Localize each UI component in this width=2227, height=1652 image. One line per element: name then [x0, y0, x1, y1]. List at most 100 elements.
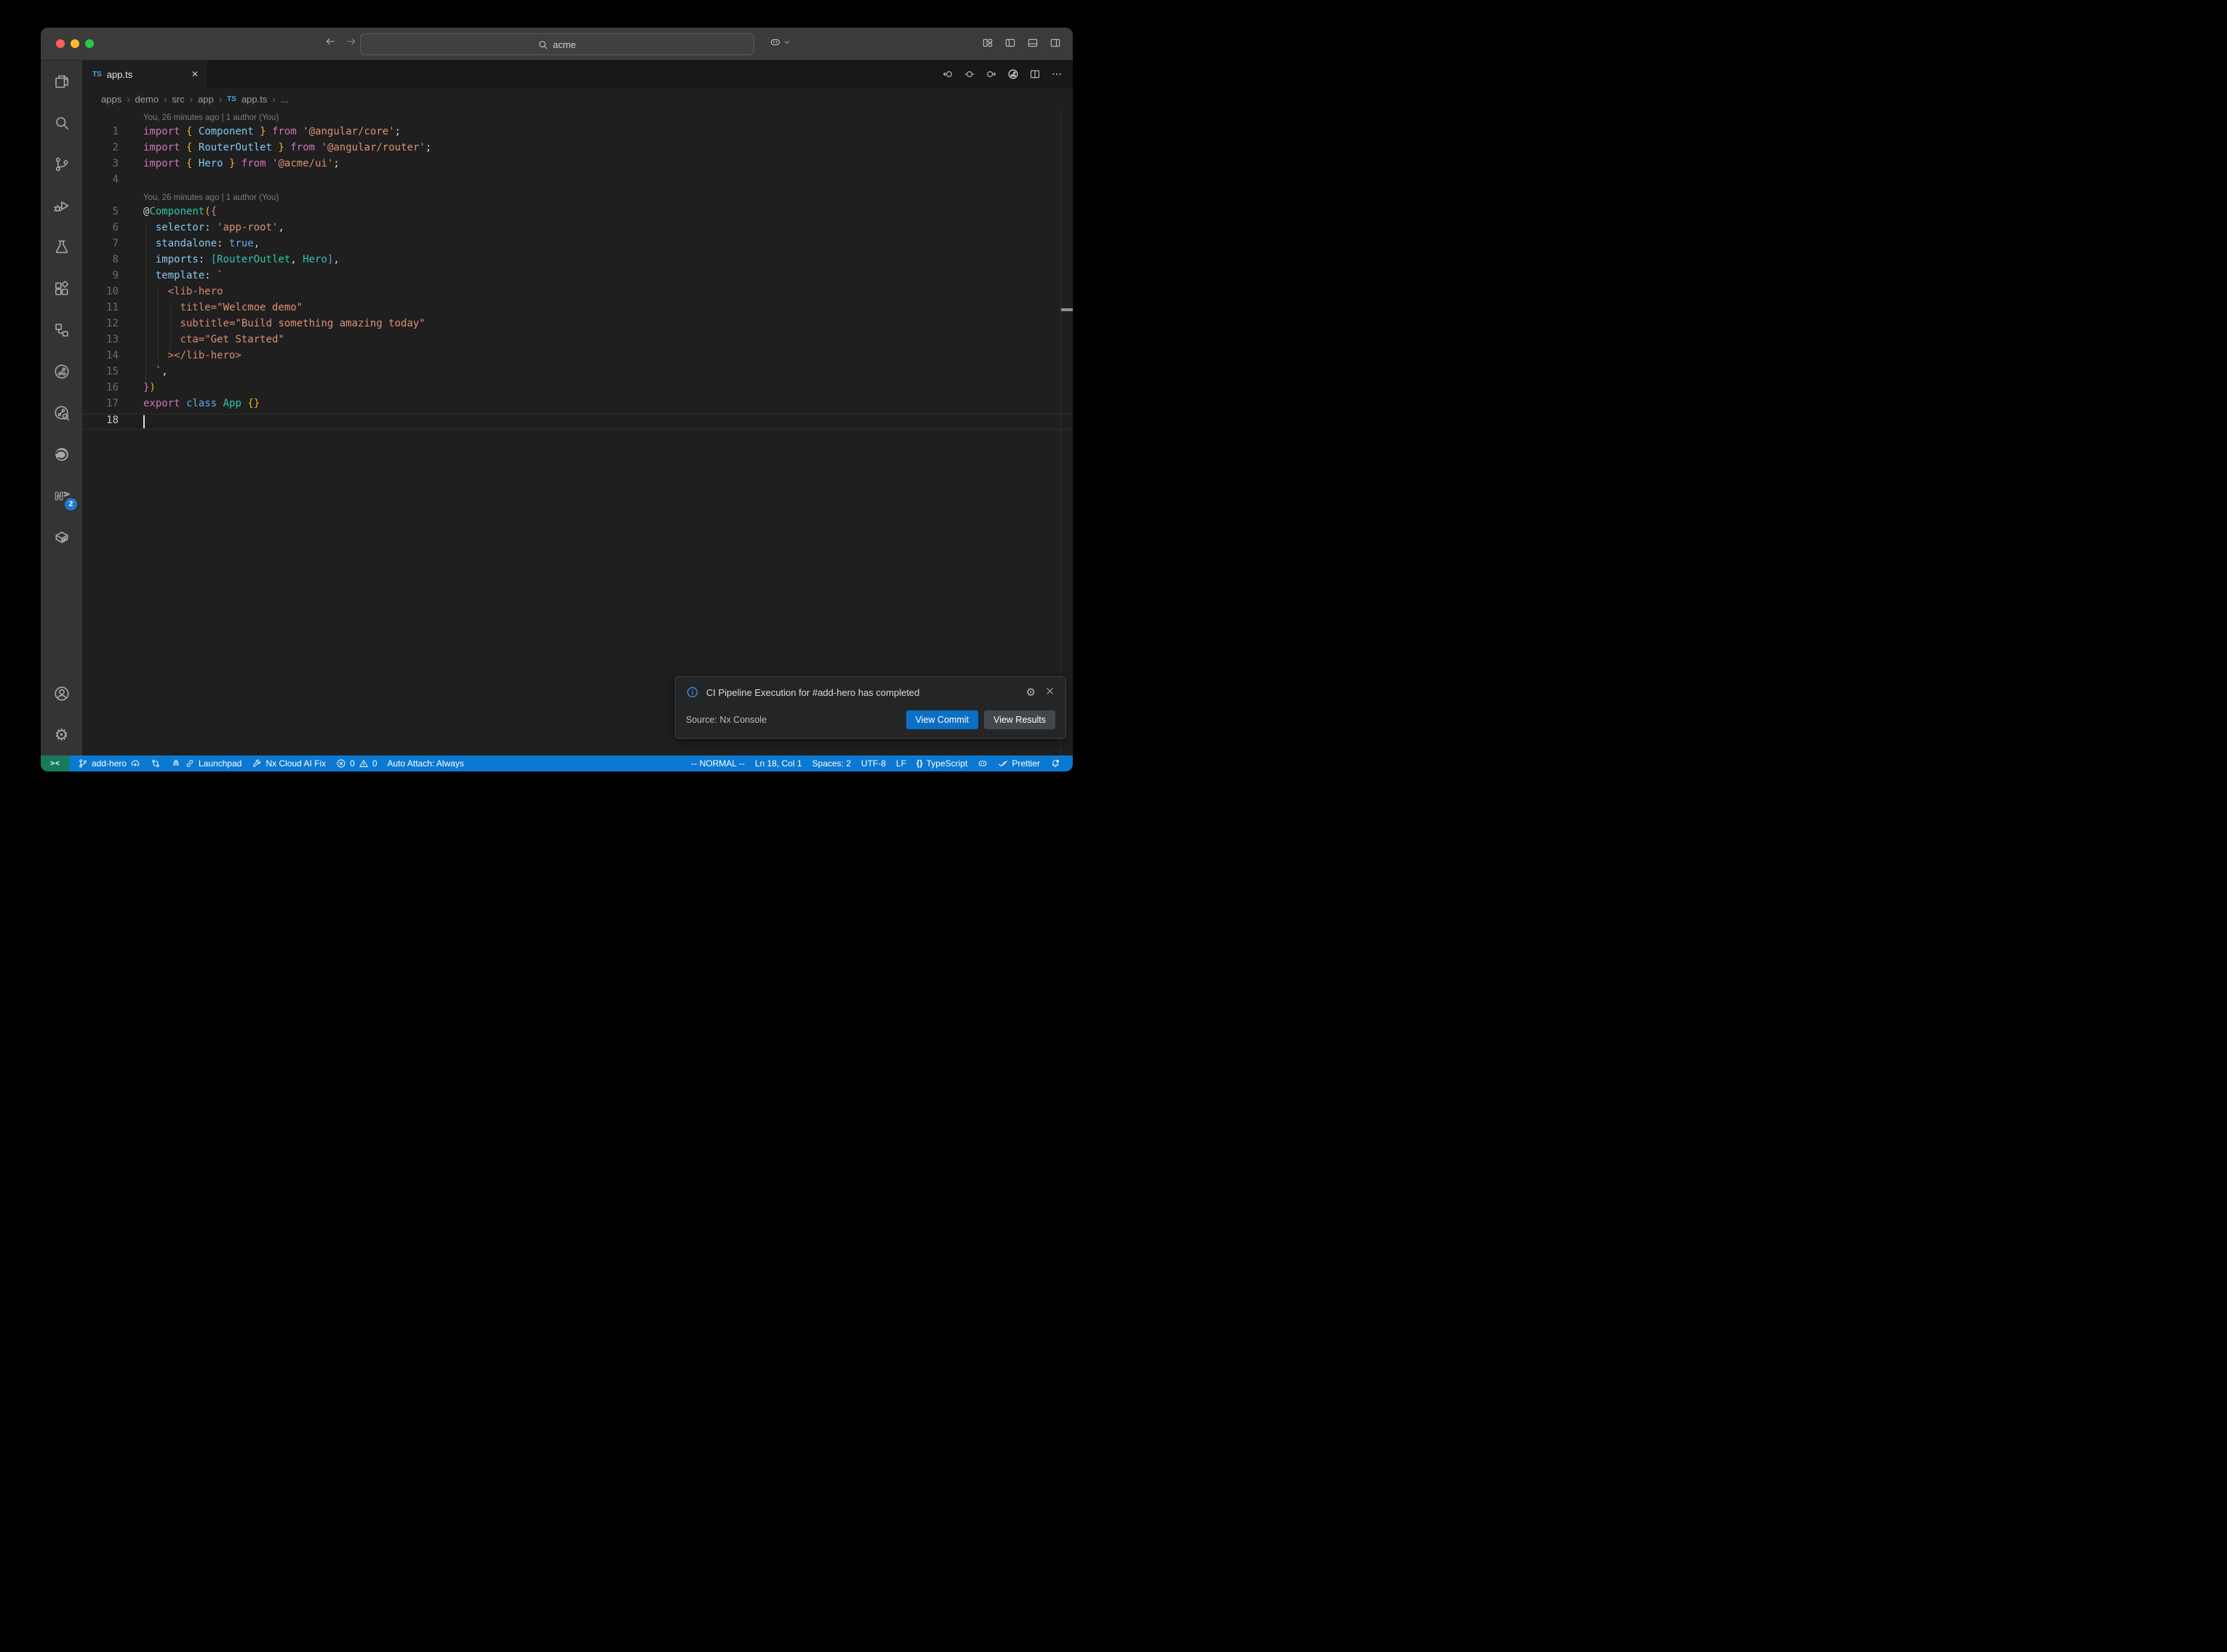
titlebar: acme	[41, 28, 1073, 60]
breadcrumb-item-demo[interactable]: demo	[135, 94, 159, 105]
nx-project-graph-button[interactable]	[1007, 68, 1019, 80]
activity-references[interactable]	[41, 309, 82, 350]
code-line-3: 3import { Hero } from '@acme/ui';	[82, 158, 1073, 174]
copilot-status[interactable]	[972, 755, 993, 771]
activity-search[interactable]	[41, 102, 82, 143]
code-line-8: 8 imports: [RouterOutlet, Hero],	[82, 254, 1073, 270]
status-text: 0	[372, 758, 377, 769]
cloud-upload-icon	[130, 758, 140, 769]
line-number: 6	[82, 222, 119, 238]
toggle-panel-button[interactable]	[1027, 37, 1039, 49]
code-line-1: 1import { Component } from '@angular/cor…	[82, 126, 1073, 142]
code-editor[interactable]: You, 26 minutes ago | 1 author (You)1imp…	[82, 110, 1073, 755]
activity-explorer[interactable]	[41, 60, 82, 102]
close-window-button[interactable]	[56, 39, 65, 48]
activity-nx-project-graph[interactable]	[41, 350, 82, 392]
tab-bar: TS app.ts ✕	[82, 60, 1073, 88]
close-icon[interactable]	[1044, 686, 1055, 697]
minimize-window-button[interactable]	[71, 39, 79, 48]
activity-source-control[interactable]	[41, 143, 82, 185]
status-text: LF	[896, 758, 906, 769]
copilot-icon	[977, 758, 988, 769]
notifications-bell[interactable]	[1045, 755, 1065, 771]
svg-text:N: N	[55, 491, 63, 502]
activity-nx-console[interactable]: N>2	[41, 475, 82, 516]
status-text: add-hero	[92, 758, 127, 769]
view-commit-button[interactable]: View Commit	[906, 710, 978, 729]
bell-dot-icon	[1050, 758, 1060, 769]
breadcrumb-item-apps[interactable]: apps	[101, 94, 121, 105]
breadcrumb-symbol-tail[interactable]: ...	[281, 94, 289, 105]
line-number: 14	[82, 350, 119, 366]
indentation-status[interactable]: Spaces: 2	[807, 755, 856, 771]
breadcrumb-separator: ›	[219, 94, 222, 105]
line-number: 4	[82, 174, 119, 190]
gitlens-open-next-change-button[interactable]	[985, 68, 997, 80]
typescript-file-icon: TS	[92, 71, 102, 79]
zoom-window-button[interactable]	[85, 39, 94, 48]
files-icon	[53, 73, 71, 90]
notification-source: Source: Nx Console	[686, 715, 767, 725]
tab-close-icon[interactable]: ✕	[191, 69, 199, 79]
vim-mode-status[interactable]: -- NORMAL --	[686, 755, 750, 771]
prettier-status[interactable]: Prettier	[993, 755, 1045, 771]
code-line-12: 12 subtitle="Build something amazing tod…	[82, 318, 1073, 334]
history-forward-button[interactable]	[345, 36, 357, 47]
breadcrumb-item-file[interactable]: app.ts	[241, 94, 267, 105]
encoding-status[interactable]: UTF-8	[856, 755, 891, 771]
remote-indicator[interactable]: ><	[41, 755, 70, 771]
breadcrumb-item-app[interactable]: app	[198, 94, 214, 105]
command-center-value: acme	[553, 39, 576, 50]
cursor-position-status[interactable]: Ln 18, Col 1	[750, 755, 807, 771]
status-text: Auto Attach: Always	[388, 758, 464, 769]
gitlens-open-blame-button[interactable]	[964, 68, 975, 80]
status-bar-left: add-heroLaunchpadNx Cloud AI Fix00Auto A…	[70, 755, 469, 771]
customize-layout-button[interactable]	[982, 37, 993, 49]
breadcrumb: apps›demo›src›app›TSapp.ts›...	[82, 88, 1073, 110]
activity-testing[interactable]	[41, 226, 82, 268]
git-branch-icon	[78, 758, 88, 769]
line-number: 12	[82, 318, 119, 334]
activity-nx-graph-search[interactable]	[41, 392, 82, 433]
problems-status[interactable]: 00	[331, 755, 382, 771]
line-number: 13	[82, 334, 119, 350]
language-status[interactable]: {}TypeScript	[911, 755, 972, 771]
toggle-secondary-sidebar-button[interactable]	[1049, 37, 1061, 49]
nx-cloud-ai-fix-status[interactable]: Nx Cloud AI Fix	[247, 755, 331, 771]
split-editor-button[interactable]	[1029, 68, 1041, 80]
line-number: 11	[82, 302, 119, 318]
refs-icon	[53, 321, 71, 339]
status-text: Spaces: 2	[812, 758, 851, 769]
toggle-primary-sidebar-button[interactable]	[1004, 37, 1016, 49]
line-number: 16	[82, 382, 119, 398]
auto-attach-status[interactable]: Auto Attach: Always	[383, 755, 469, 771]
status-bar: >< add-heroLaunchpadNx Cloud AI Fix00Aut…	[41, 755, 1073, 771]
history-back-button[interactable]	[324, 36, 336, 47]
launchpad-status[interactable]: Launchpad	[166, 755, 247, 771]
activity-accounts[interactable]	[41, 673, 82, 714]
notification-buttons: View Commit View Results	[906, 710, 1055, 729]
status-text: 0	[350, 758, 355, 769]
notification-toast: CI Pipeline Execution for #add-hero has …	[675, 676, 1066, 739]
eol-status[interactable]: LF	[891, 755, 911, 771]
tab-app-ts[interactable]: TS app.ts ✕	[82, 60, 207, 88]
activity-settings[interactable]: ⚙	[41, 714, 82, 755]
activity-run-debug[interactable]	[41, 185, 82, 226]
more-actions-button[interactable]	[1051, 68, 1063, 80]
git-branch-status[interactable]: add-hero	[73, 755, 145, 771]
view-results-button[interactable]: View Results	[984, 710, 1055, 729]
gitlens-open-previous-change-button[interactable]	[942, 68, 953, 80]
command-center-search[interactable]: acme	[360, 33, 754, 55]
activity-bar: N>2 ⚙	[41, 60, 82, 755]
git-compare-status[interactable]	[145, 755, 166, 771]
notification-settings-icon[interactable]: ⚙	[1026, 686, 1036, 699]
activity-edge-devtools[interactable]	[41, 433, 82, 475]
line-number: 8	[82, 254, 119, 270]
copilot-menu-button[interactable]	[769, 36, 791, 48]
wrench-icon	[252, 758, 262, 769]
breadcrumb-item-src[interactable]: src	[172, 94, 184, 105]
typescript-file-icon: TS	[227, 95, 236, 103]
activity-extensions[interactable]	[41, 268, 82, 309]
tab-label: app.ts	[107, 69, 132, 80]
activity-containers[interactable]	[41, 516, 82, 558]
